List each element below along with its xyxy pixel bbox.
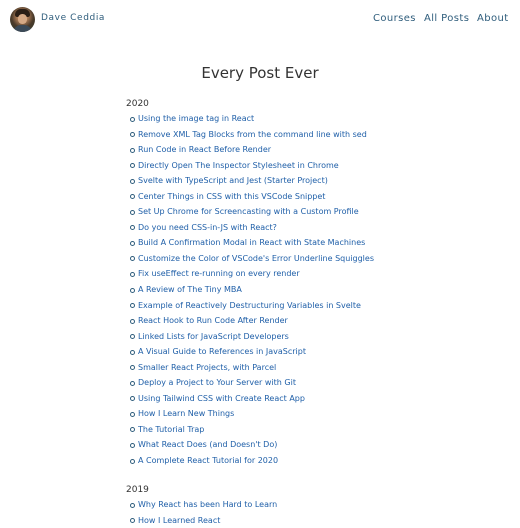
bullet-icon [130, 209, 135, 215]
post-list-item: Svelte with TypeScript and Jest (Starter… [126, 173, 374, 189]
bullet-icon [130, 334, 135, 340]
post-link[interactable]: Linked Lists for JavaScript Developers [138, 332, 289, 341]
bullet-icon [130, 116, 135, 122]
post-link[interactable]: Example of Reactively Destructuring Vari… [138, 301, 361, 310]
avatar-face [18, 14, 27, 24]
post-list-item: A Review of The Tiny MBA [126, 282, 374, 298]
bullet-icon [130, 287, 135, 293]
site-header: Dave Ceddia Courses All Posts About [0, 0, 520, 40]
post-list-item: Customize the Color of VSCode's Error Un… [126, 251, 374, 267]
post-link[interactable]: Do you need CSS-in-JS with React? [138, 223, 277, 232]
avatar-shirt [13, 25, 32, 32]
bullet-icon [130, 303, 135, 309]
bullet-icon [130, 380, 135, 386]
post-link[interactable]: Center Things in CSS with this VSCode Sn… [138, 192, 325, 201]
bullet-icon [130, 240, 135, 246]
post-link[interactable]: Remove XML Tag Blocks from the command l… [138, 130, 367, 139]
post-link[interactable]: Directly Open The Inspector Stylesheet i… [138, 161, 339, 170]
bullet-icon [130, 411, 135, 417]
bullet-icon [130, 518, 135, 524]
bullet-icon [130, 256, 135, 262]
site-name-link[interactable]: Dave Ceddia [41, 13, 105, 23]
bullet-icon [130, 458, 135, 464]
post-link[interactable]: Fix useEffect re-running on every render [138, 269, 300, 278]
post-list-item: Linked Lists for JavaScript Developers [126, 329, 374, 345]
bullet-icon [130, 147, 135, 153]
post-link[interactable]: Build A Confirmation Modal in React with… [138, 238, 365, 247]
post-list-item: Do you need CSS-in-JS with React? [126, 220, 374, 236]
post-list: Why React has been Hard to Learn How I Le… [126, 497, 277, 528]
post-list-item: Example of Reactively Destructuring Vari… [126, 298, 374, 314]
post-link[interactable]: Using the image tag in React [138, 114, 254, 123]
bullet-icon [130, 225, 135, 231]
post-link[interactable]: Smaller React Projects, with Parcel [138, 363, 276, 372]
bullet-icon [130, 502, 135, 508]
post-list-item: Run Code in React Before Render [126, 142, 374, 158]
post-link[interactable]: Deploy a Project to Your Server with Git [138, 378, 296, 387]
post-list-item: Directly Open The Inspector Stylesheet i… [126, 158, 374, 174]
post-link[interactable]: Customize the Color of VSCode's Error Un… [138, 254, 374, 263]
bullet-icon [130, 349, 135, 355]
nav-about-link[interactable]: About [477, 13, 509, 24]
post-list-item: Fix useEffect re-running on every render [126, 266, 374, 282]
post-list-item: Using Tailwind CSS with Create React App [126, 391, 374, 407]
post-link[interactable]: A Review of The Tiny MBA [138, 285, 242, 294]
post-list-item: Why React has been Hard to Learn [126, 497, 277, 513]
post-list-item: A Complete React Tutorial for 2020 [126, 453, 374, 469]
year-heading: 2020 [126, 99, 149, 109]
nav-courses-link[interactable]: Courses [373, 13, 416, 24]
post-list-item: Remove XML Tag Blocks from the command l… [126, 127, 374, 143]
post-link[interactable]: How I Learn New Things [138, 409, 234, 418]
post-list-item: Build A Confirmation Modal in React with… [126, 235, 374, 251]
post-list-item: Using the image tag in React [126, 111, 374, 127]
bullet-icon [130, 178, 135, 184]
bullet-icon [130, 365, 135, 371]
post-list-item: How I Learn New Things [126, 406, 374, 422]
post-link[interactable]: Run Code in React Before Render [138, 145, 271, 154]
post-link[interactable]: Set Up Chrome for Screencasting with a C… [138, 207, 359, 216]
post-link[interactable]: A Visual Guide to References in JavaScri… [138, 347, 306, 356]
avatar[interactable] [10, 7, 35, 32]
year-heading: 2019 [126, 485, 149, 495]
post-list: Using the image tag in React Remove XML T… [126, 111, 374, 469]
post-link[interactable]: Using Tailwind CSS with Create React App [138, 394, 305, 403]
bullet-icon [130, 396, 135, 402]
post-link[interactable]: React Hook to Run Code After Render [138, 316, 288, 325]
nav-all-posts-link[interactable]: All Posts [424, 13, 469, 24]
page-title: Every Post Ever [201, 64, 319, 82]
post-list-item: The Tutorial Trap [126, 422, 374, 438]
post-list-item: Center Things in CSS with this VSCode Sn… [126, 189, 374, 205]
post-list-item: Set Up Chrome for Screencasting with a C… [126, 204, 374, 220]
bullet-icon [130, 442, 135, 448]
post-list-item: A Visual Guide to References in JavaScri… [126, 344, 374, 360]
post-link[interactable]: How I Learned React [138, 516, 220, 525]
post-link[interactable]: What React Does (and Doesn't Do) [138, 440, 277, 449]
post-list-item: What React Does (and Doesn't Do) [126, 437, 374, 453]
bullet-icon [130, 318, 135, 324]
bullet-icon [130, 132, 135, 138]
post-link[interactable]: Why React has been Hard to Learn [138, 500, 277, 509]
post-list-item: Deploy a Project to Your Server with Git [126, 375, 374, 391]
post-link[interactable]: Svelte with TypeScript and Jest (Starter… [138, 176, 328, 185]
post-link[interactable]: A Complete React Tutorial for 2020 [138, 456, 278, 465]
bullet-icon [130, 271, 135, 277]
post-list-item: React Hook to Run Code After Render [126, 313, 374, 329]
post-list-item: How I Learned React [126, 513, 277, 528]
bullet-icon [130, 194, 135, 200]
post-list-item: Smaller React Projects, with Parcel [126, 360, 374, 376]
post-link[interactable]: The Tutorial Trap [138, 425, 204, 434]
bullet-icon [130, 163, 135, 169]
bullet-icon [130, 427, 135, 433]
